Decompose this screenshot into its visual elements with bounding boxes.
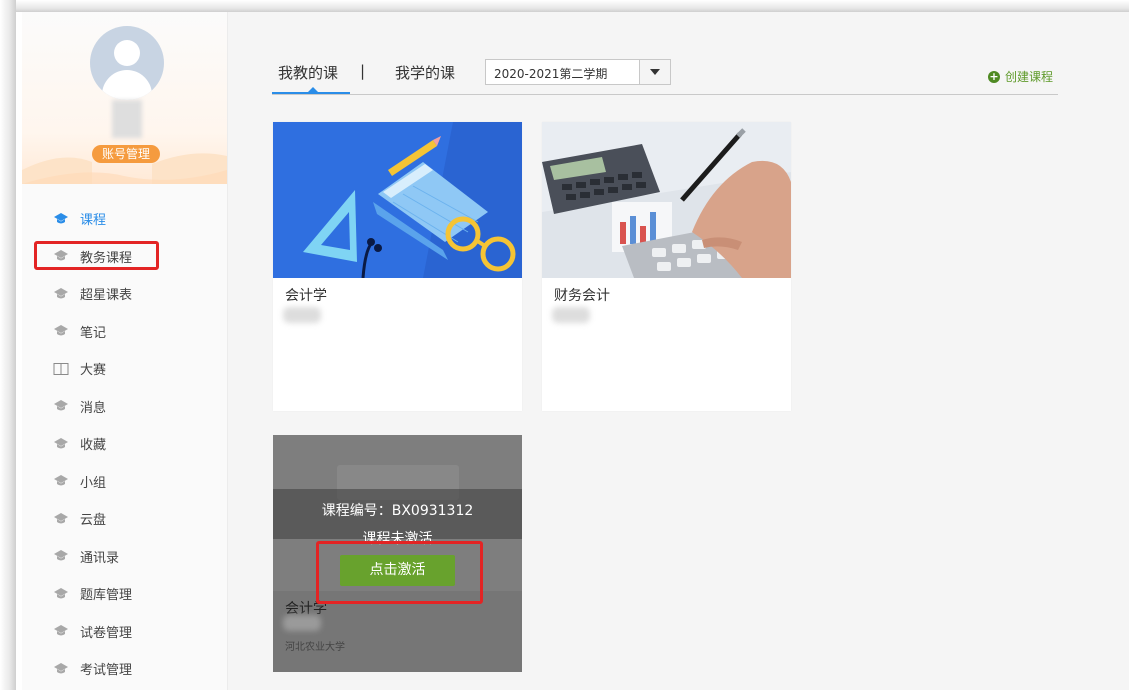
window-shadow-top xyxy=(0,0,1129,12)
create-course-button[interactable]: + 创建课程 xyxy=(988,68,1053,85)
sidebar-menu: 课程 教务课程 超星课表 笔记 大赛 消息 收藏 小组 云盘 通讯录 题库管理 … xyxy=(22,200,227,688)
course-cover-image xyxy=(542,122,791,278)
tab-my-teaching[interactable]: 我教的课 xyxy=(278,62,338,83)
sidebar-item-label: 笔记 xyxy=(80,325,107,341)
graduation-cap-icon xyxy=(52,435,70,453)
graduation-cap-icon xyxy=(52,210,70,228)
profile-panel: 账号管理 xyxy=(22,12,227,184)
book-open-icon xyxy=(52,360,70,378)
course-card[interactable]: 财务会计 xyxy=(542,122,791,411)
sidebar-item-label: 大赛 xyxy=(80,363,107,379)
annotation-highlight-activate xyxy=(316,541,483,604)
sidebar-item-label: 通讯录 xyxy=(80,550,120,566)
graduation-cap-icon xyxy=(52,322,70,340)
tab-my-learning[interactable]: 我学的课 xyxy=(395,62,455,83)
active-tab-caret xyxy=(308,87,318,92)
graduation-cap-icon xyxy=(52,472,70,490)
sidebar-item-label: 课程 xyxy=(80,213,107,229)
graduation-cap-icon xyxy=(52,397,70,415)
tab-separator: | xyxy=(360,62,366,80)
sidebar-item-label: 题库管理 xyxy=(80,588,133,604)
sidebar-item-exams[interactable]: 考试管理 xyxy=(22,650,227,688)
sidebar-item-label: 云盘 xyxy=(80,513,107,529)
sidebar-item-favorites[interactable]: 收藏 xyxy=(22,425,227,463)
sidebar-item-cloud-disk[interactable]: 云盘 xyxy=(22,500,227,538)
sidebar-item-notes[interactable]: 笔记 xyxy=(22,313,227,351)
graduation-cap-icon xyxy=(52,285,70,303)
app-window: 账号管理 课程 教务课程 超星课表 笔记 大赛 消息 收藏 小组 云盘 通讯录 … xyxy=(0,0,1129,690)
course-cover-image xyxy=(273,122,522,278)
sidebar-item-question-bank[interactable]: 题库管理 xyxy=(22,575,227,613)
sidebar-item-label: 试卷管理 xyxy=(80,625,133,641)
blurred-teacher-name xyxy=(552,307,590,323)
sidebar-item-schedule[interactable]: 超星课表 xyxy=(22,275,227,313)
course-name: 会计学 xyxy=(285,288,327,304)
course-card[interactable]: 会计学 xyxy=(273,122,522,411)
create-course-label: 创建课程 xyxy=(1005,70,1054,84)
account-manage-button[interactable]: 账号管理 xyxy=(92,145,160,163)
school-name: 河北农业大学 xyxy=(285,642,345,653)
term-select-value: 2020-2021第二学期 xyxy=(494,67,608,81)
chevron-down-icon[interactable] xyxy=(639,60,670,84)
term-select[interactable]: 2020-2021第二学期 xyxy=(485,59,671,85)
sidebar: 账号管理 课程 教务课程 超星课表 笔记 大赛 消息 收藏 小组 云盘 通讯录 … xyxy=(22,12,228,690)
blurred-username xyxy=(112,100,142,138)
sidebar-item-course[interactable]: 课程 xyxy=(22,200,227,238)
graduation-cap-icon xyxy=(52,622,70,640)
sidebar-item-groups[interactable]: 小组 xyxy=(22,463,227,501)
sidebar-item-contacts[interactable]: 通讯录 xyxy=(22,538,227,576)
sidebar-item-label: 超星课表 xyxy=(80,288,133,304)
sidebar-item-papers[interactable]: 试卷管理 xyxy=(22,613,227,651)
graduation-cap-icon xyxy=(52,547,70,565)
graduation-cap-icon xyxy=(52,660,70,678)
sidebar-item-label: 收藏 xyxy=(80,438,107,454)
blurred-teacher-name xyxy=(283,615,321,631)
sidebar-item-contest[interactable]: 大赛 xyxy=(22,350,227,388)
sidebar-item-messages[interactable]: 消息 xyxy=(22,388,227,426)
window-shadow-left xyxy=(0,0,16,690)
annotation-highlight-academic-course xyxy=(34,241,159,270)
blurred-teacher-name xyxy=(283,307,321,323)
active-tab-underline xyxy=(272,92,350,94)
sidebar-item-label: 小组 xyxy=(80,475,107,491)
course-name: 财务会计 xyxy=(554,288,610,304)
avatar[interactable] xyxy=(90,26,164,100)
sidebar-item-label: 消息 xyxy=(80,400,107,416)
graduation-cap-icon xyxy=(52,510,70,528)
graduation-cap-icon xyxy=(52,585,70,603)
main-content: 我教的课 | 我学的课 2020-2021第二学期 + 创建课程 会计学 财务会… xyxy=(228,12,1129,690)
plus-circle-icon: + xyxy=(988,69,1000,83)
course-code: 课程编号：BX0931312 xyxy=(321,503,474,519)
sidebar-item-label: 考试管理 xyxy=(80,663,133,679)
